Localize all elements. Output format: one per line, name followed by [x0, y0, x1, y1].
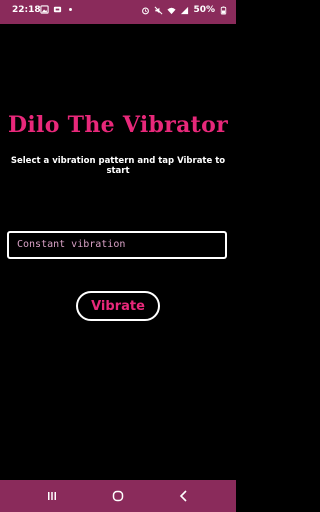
mute-icon [155, 6, 163, 14]
battery-percentage: 50% [193, 5, 215, 15]
gallery-icon [40, 5, 49, 14]
home-icon[interactable] [110, 488, 126, 504]
notification-icon [53, 6, 62, 13]
navigation-bar [0, 480, 236, 512]
dot-icon [69, 8, 72, 11]
status-left-icons [40, 5, 75, 14]
alarm-icon [142, 7, 150, 14]
instruction-text: Select a vibration pattern and tap Vibra… [10, 156, 226, 176]
vibrate-button[interactable]: Vibrate [76, 291, 160, 321]
recents-icon[interactable] [44, 488, 60, 504]
signal-icon [181, 6, 189, 14]
back-icon[interactable] [176, 488, 192, 504]
status-right-icons: 50% [141, 5, 228, 15]
wifi-icon [167, 7, 177, 14]
battery-icon [220, 5, 227, 15]
status-time: 22:18 [12, 5, 41, 15]
status-bar: 22:18 50% [0, 0, 236, 24]
selected-pattern: Constant vibration [17, 239, 126, 250]
app-title: Dilo The Vibrator [8, 112, 228, 138]
vibration-pattern-dropdown[interactable]: Constant vibration [7, 231, 227, 259]
